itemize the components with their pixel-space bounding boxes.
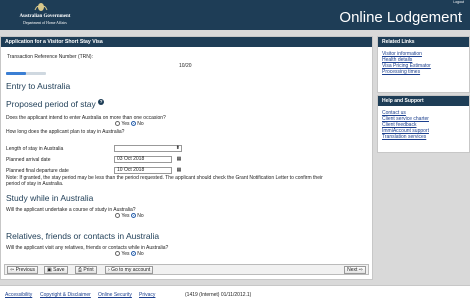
multiple-entry-no-radio[interactable]: [130, 121, 136, 127]
footer-link-copyright[interactable]: Copyright & Disclaimer: [40, 292, 91, 298]
select-arrows-icon: ⬍: [175, 145, 180, 151]
page-counter: 10/20: [179, 63, 192, 69]
logout-link[interactable]: Logout: [453, 0, 464, 4]
dept-line-1: Australian Government: [19, 14, 71, 19]
coat-of-arms-icon: [34, 3, 48, 11]
sidebar: Related Links Visitor information Health…: [377, 36, 470, 155]
next-arrow-icon: ⇨: [358, 267, 363, 273]
relatives-heading: Relatives, friends or contacts in Austra…: [6, 231, 160, 241]
form-title-bar: Application for a Visitor Short Stay Vis…: [1, 37, 372, 47]
save-label: Save: [53, 267, 65, 273]
build-info: (1419 (Internet) 01/11/2012.1): [185, 292, 252, 298]
help-links-list: Contact us Client service charter Client…: [378, 106, 469, 140]
departure-label: Planned final departure date: [6, 168, 69, 174]
footer-link-security[interactable]: Online Security: [98, 292, 132, 298]
study-radio-group: Yes No: [115, 213, 144, 219]
help-support-title: Help and Support: [378, 96, 469, 106]
footer-link-privacy[interactable]: Privacy: [139, 292, 155, 298]
stay-period-note: Note: If granted, the stay period may be…: [6, 175, 323, 187]
print-label: Print: [83, 267, 94, 273]
study-no-label: No: [137, 213, 144, 219]
site-footer: Accessibility Copyright & Disclaimer Onl…: [0, 285, 470, 304]
related-links-list: Visitor information Health details Visa …: [378, 47, 469, 75]
length-question: How long does the applicant plan to stay…: [6, 129, 125, 135]
length-of-stay-select[interactable]: ⬍: [114, 145, 182, 152]
relatives-no-label: No: [137, 251, 144, 257]
length-label: Length of stay in Australia: [6, 146, 64, 152]
button-bar: ⇦ Previous ▣ Save ⎙ Print › Go to my acc…: [4, 264, 369, 275]
multiple-entry-yes-radio[interactable]: [115, 121, 120, 127]
progress-fill: [6, 72, 26, 75]
print-button[interactable]: ⎙ Print: [75, 266, 97, 274]
relatives-no-radio[interactable]: [130, 251, 136, 257]
proposed-stay-heading: Proposed period of stay ?: [6, 99, 105, 109]
save-icon: ▣: [47, 267, 52, 273]
government-crest: Australian Government Department of Home…: [6, 2, 84, 28]
previous-button[interactable]: ⇦ Previous: [7, 266, 39, 274]
chevron-right-icon: ›: [108, 267, 110, 273]
study-heading: Study while in Australia: [6, 193, 94, 203]
multiple-entry-yes-label: Yes: [121, 121, 130, 127]
print-icon: ⎙: [78, 267, 83, 273]
arrival-label: Planned arrival date: [6, 157, 51, 163]
help-support-panel: Help and Support Contact us Client servi…: [377, 95, 470, 153]
page-title: Entry to Australia: [6, 81, 71, 91]
relatives-yes-label: Yes: [121, 251, 130, 257]
proposed-stay-heading-text: Proposed period of stay: [6, 99, 96, 109]
help-icon[interactable]: ?: [98, 99, 105, 105]
departure-date-input[interactable]: 10 Oct 2018: [114, 167, 172, 174]
multiple-entry-no-label: No: [137, 121, 144, 127]
previous-label: Previous: [15, 267, 36, 273]
arrival-date-input[interactable]: 03 Oct 2018: [114, 156, 172, 163]
app-title: Online Lodgement: [339, 9, 462, 26]
save-button[interactable]: ▣ Save: [44, 266, 68, 274]
previous-arrow-icon: ⇦: [10, 267, 15, 273]
study-yes-label: Yes: [121, 213, 130, 219]
next-label: Next: [347, 267, 358, 273]
progress-bar: [6, 72, 46, 75]
relatives-yes-radio[interactable]: [115, 251, 120, 257]
calendar-icon[interactable]: ▦: [176, 167, 182, 173]
sidebar-link-translation-services[interactable]: Translation services: [378, 134, 469, 140]
multiple-entry-radio-group: Yes No: [115, 121, 144, 127]
trn-label: Transaction Reference Number (TRN):: [7, 54, 93, 60]
main-panel: Application for a Visitor Short Stay Vis…: [0, 36, 373, 280]
next-button[interactable]: Next ⇨: [344, 266, 366, 274]
footer-link-accessibility[interactable]: Accessibility: [5, 292, 32, 298]
related-links-title: Related Links: [378, 37, 469, 47]
site-header: Australian Government Department of Home…: [0, 0, 470, 30]
study-no-radio[interactable]: [130, 213, 136, 219]
related-links-panel: Related Links Visitor information Health…: [377, 36, 470, 93]
calendar-icon[interactable]: ▦: [176, 156, 182, 162]
sidebar-link-processing-times[interactable]: Processing times: [378, 69, 469, 75]
relatives-radio-group: Yes No: [115, 251, 144, 257]
dept-line-2: Department of Home Affairs: [23, 21, 67, 25]
study-yes-radio[interactable]: [115, 213, 120, 219]
go-to-account-button[interactable]: › Go to my account: [105, 266, 154, 274]
go-to-account-label: Go to my account: [111, 267, 151, 273]
